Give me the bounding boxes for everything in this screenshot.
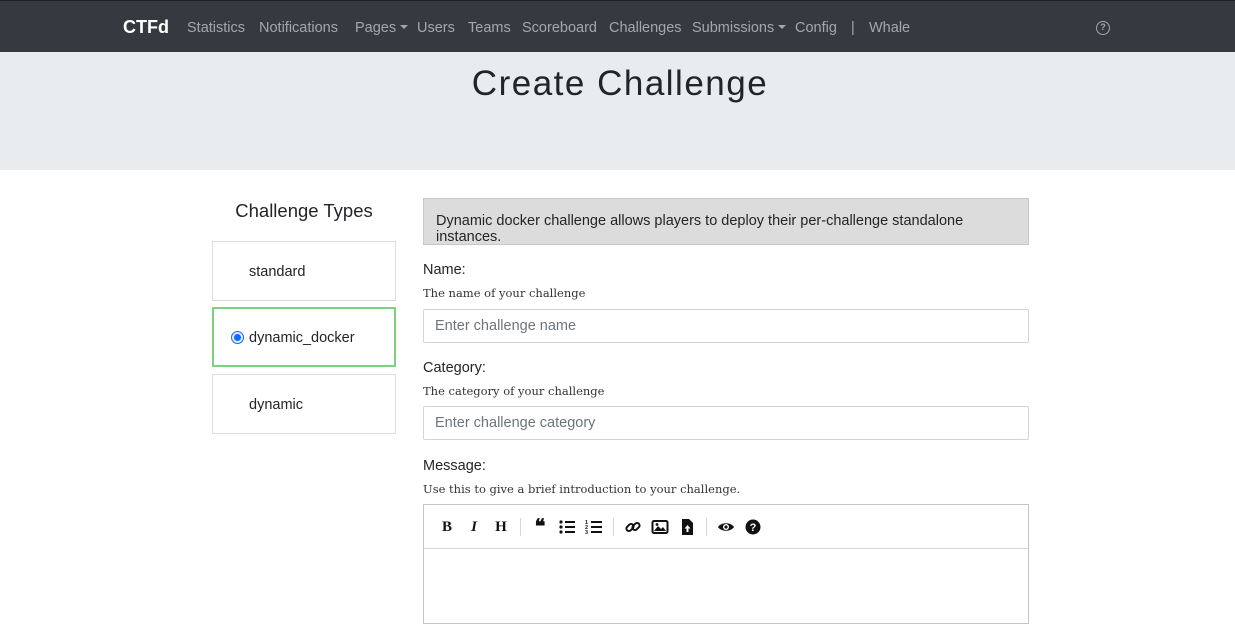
- challenge-category-input[interactable]: [423, 406, 1029, 440]
- nav-divider: |: [851, 20, 855, 36]
- challenge-types-title: Challenge Types: [235, 200, 373, 221]
- nav-challenges[interactable]: Challenges: [609, 20, 682, 36]
- ordered-list-icon[interactable]: 123: [585, 518, 603, 536]
- nav-scoreboard[interactable]: Scoreboard: [522, 20, 597, 36]
- challenge-type-dynamic[interactable]: dynamic: [212, 374, 396, 434]
- challenge-type-description: Dynamic docker challenge allows players …: [423, 198, 1029, 245]
- message-editor[interactable]: B I H ❝ 123 ?: [423, 504, 1029, 624]
- toolbar-divider: [706, 518, 707, 536]
- name-help-text: The name of your challenge: [423, 286, 586, 300]
- selected-radio-icon[interactable]: [232, 332, 243, 343]
- caret-down-icon: [778, 25, 787, 29]
- top-navbar: CTFd Statistics Notifications Pages User…: [0, 0, 1235, 52]
- challenge-type-standard[interactable]: standard: [212, 241, 396, 301]
- nav-pages-label: Pages: [355, 20, 397, 36]
- nav-submissions-label: Submissions: [692, 20, 775, 36]
- message-label: Message:: [423, 458, 486, 474]
- nav-notifications[interactable]: Notifications: [259, 20, 338, 36]
- brand-logo[interactable]: CTFd: [123, 17, 169, 38]
- image-icon[interactable]: [651, 518, 669, 536]
- svg-text:3: 3: [585, 530, 588, 536]
- category-help-text: The category of your challenge: [423, 384, 605, 398]
- nav-users[interactable]: Users: [417, 20, 455, 36]
- message-help-text: Use this to give a brief introduction to…: [423, 482, 741, 496]
- toolbar-divider: [520, 518, 521, 536]
- editor-toolbar: B I H ❝ 123 ?: [424, 505, 1028, 549]
- category-label: Category:: [423, 360, 486, 376]
- unordered-list-icon[interactable]: [558, 518, 576, 536]
- link-icon[interactable]: [624, 518, 642, 536]
- nav-pages-dropdown[interactable]: Pages: [355, 20, 409, 36]
- heading-icon[interactable]: H: [492, 518, 510, 536]
- challenge-name-input[interactable]: [423, 309, 1029, 343]
- challenge-type-label: dynamic: [249, 397, 303, 413]
- nav-config[interactable]: Config: [795, 20, 837, 36]
- preview-icon[interactable]: [717, 518, 735, 536]
- challenge-type-dynamic-docker[interactable]: dynamic_docker: [212, 307, 396, 367]
- toolbar-divider: [613, 518, 614, 536]
- page-title: Create Challenge: [471, 64, 769, 103]
- nav-submissions-dropdown[interactable]: Submissions: [692, 20, 787, 36]
- nav-statistics[interactable]: Statistics: [187, 20, 245, 36]
- upload-file-icon[interactable]: [678, 518, 696, 536]
- italic-icon[interactable]: I: [465, 518, 483, 536]
- nav-whale[interactable]: Whale: [869, 20, 910, 36]
- guide-icon[interactable]: ?: [744, 518, 762, 536]
- challenge-type-label: standard: [249, 264, 306, 280]
- bold-icon[interactable]: B: [438, 518, 456, 536]
- challenge-type-label: dynamic_docker: [249, 330, 355, 346]
- nav-teams[interactable]: Teams: [468, 20, 511, 36]
- svg-text:?: ?: [750, 522, 757, 534]
- name-label: Name:: [423, 262, 466, 278]
- page-header: Create Challenge: [0, 52, 1235, 170]
- question-circle-icon[interactable]: ?: [1096, 21, 1110, 35]
- quote-icon[interactable]: ❝: [531, 517, 549, 537]
- caret-down-icon: [400, 25, 409, 29]
